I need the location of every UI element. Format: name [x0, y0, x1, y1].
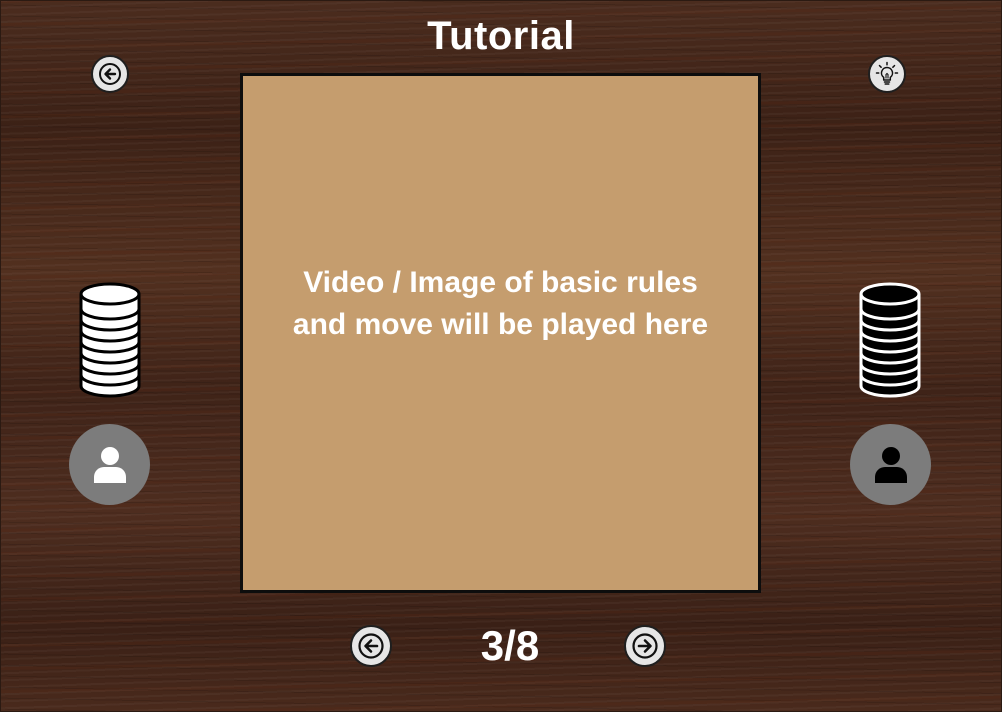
- white-disc-stack-icon: [78, 280, 142, 404]
- arrow-right-icon: [632, 633, 658, 659]
- arrow-left-icon: [358, 633, 384, 659]
- placeholder-line-2: and move will be played here: [292, 308, 709, 341]
- media-placeholder-text: Video / Image of basic rules and move wi…: [293, 262, 708, 346]
- tutorial-media-area: Video / Image of basic rules and move wi…: [240, 73, 761, 593]
- previous-page-button[interactable]: [350, 625, 392, 667]
- back-button[interactable]: [91, 55, 129, 93]
- arrow-left-icon: [99, 63, 121, 85]
- player-white-avatar[interactable]: [69, 424, 150, 505]
- next-page-button[interactable]: [624, 625, 666, 667]
- page-title: Tutorial: [427, 14, 575, 58]
- placeholder-line-1: Video / Image of basic rules: [303, 266, 698, 299]
- black-disc-stack-icon: [858, 280, 922, 404]
- player-black-avatar[interactable]: [850, 424, 931, 505]
- page-indicator: 3/8: [480, 622, 540, 669]
- user-icon: [874, 446, 907, 483]
- hint-button[interactable]: [868, 55, 906, 93]
- lightbulb-icon: [875, 61, 899, 85]
- user-icon: [93, 446, 126, 483]
